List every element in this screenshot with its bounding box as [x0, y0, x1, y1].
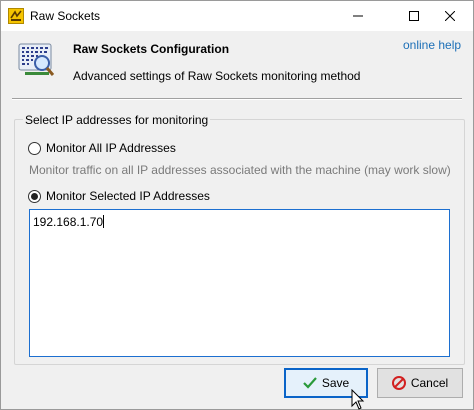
cancel-icon	[391, 376, 406, 390]
header-subtitle: Advanced settings of Raw Sockets monitor…	[73, 69, 361, 83]
radio-monitor-selected[interactable]: Monitor Selected IP Addresses	[28, 189, 210, 203]
header-title: Raw Sockets Configuration	[73, 42, 230, 56]
group-legend: Select IP addresses for monitoring	[23, 113, 211, 127]
radio-button-unchecked[interactable]	[28, 141, 41, 155]
mouse-pointer-icon	[351, 388, 365, 410]
radio-label-monitor-selected: Monitor Selected IP Addresses	[46, 189, 210, 203]
radio-monitor-all[interactable]: Monitor All IP Addresses	[28, 141, 176, 155]
close-icon	[445, 11, 455, 21]
dialog-window: Raw Sockets Raw Sockets Configuration Ad…	[0, 0, 474, 410]
dialog-header: Raw Sockets Configuration Advanced setti…	[1, 31, 473, 99]
title-bar[interactable]: Raw Sockets	[1, 1, 473, 31]
app-icon	[8, 8, 24, 24]
close-button[interactable]	[427, 1, 473, 31]
cancel-button[interactable]: Cancel	[377, 368, 463, 398]
maximize-icon	[409, 11, 419, 21]
minimize-button[interactable]	[335, 1, 381, 31]
cancel-button-label: Cancel	[410, 376, 449, 390]
network-scan-icon	[17, 40, 55, 78]
monitor-all-hint: Monitor traffic on all IP addresses asso…	[29, 163, 451, 177]
radio-label-monitor-all: Monitor All IP Addresses	[46, 141, 176, 155]
minimize-icon	[353, 15, 363, 17]
ip-addresses-textarea[interactable]: 192.168.1.70	[29, 209, 450, 357]
window-title: Raw Sockets	[30, 9, 101, 23]
checkmark-icon	[303, 376, 317, 390]
radio-button-checked[interactable]	[28, 189, 41, 203]
text-caret	[103, 215, 105, 228]
online-help-link[interactable]: online help	[403, 38, 461, 52]
ip-address-text: 192.168.1.70	[33, 215, 104, 229]
save-button-label: Save	[321, 376, 350, 390]
header-divider	[12, 98, 462, 100]
